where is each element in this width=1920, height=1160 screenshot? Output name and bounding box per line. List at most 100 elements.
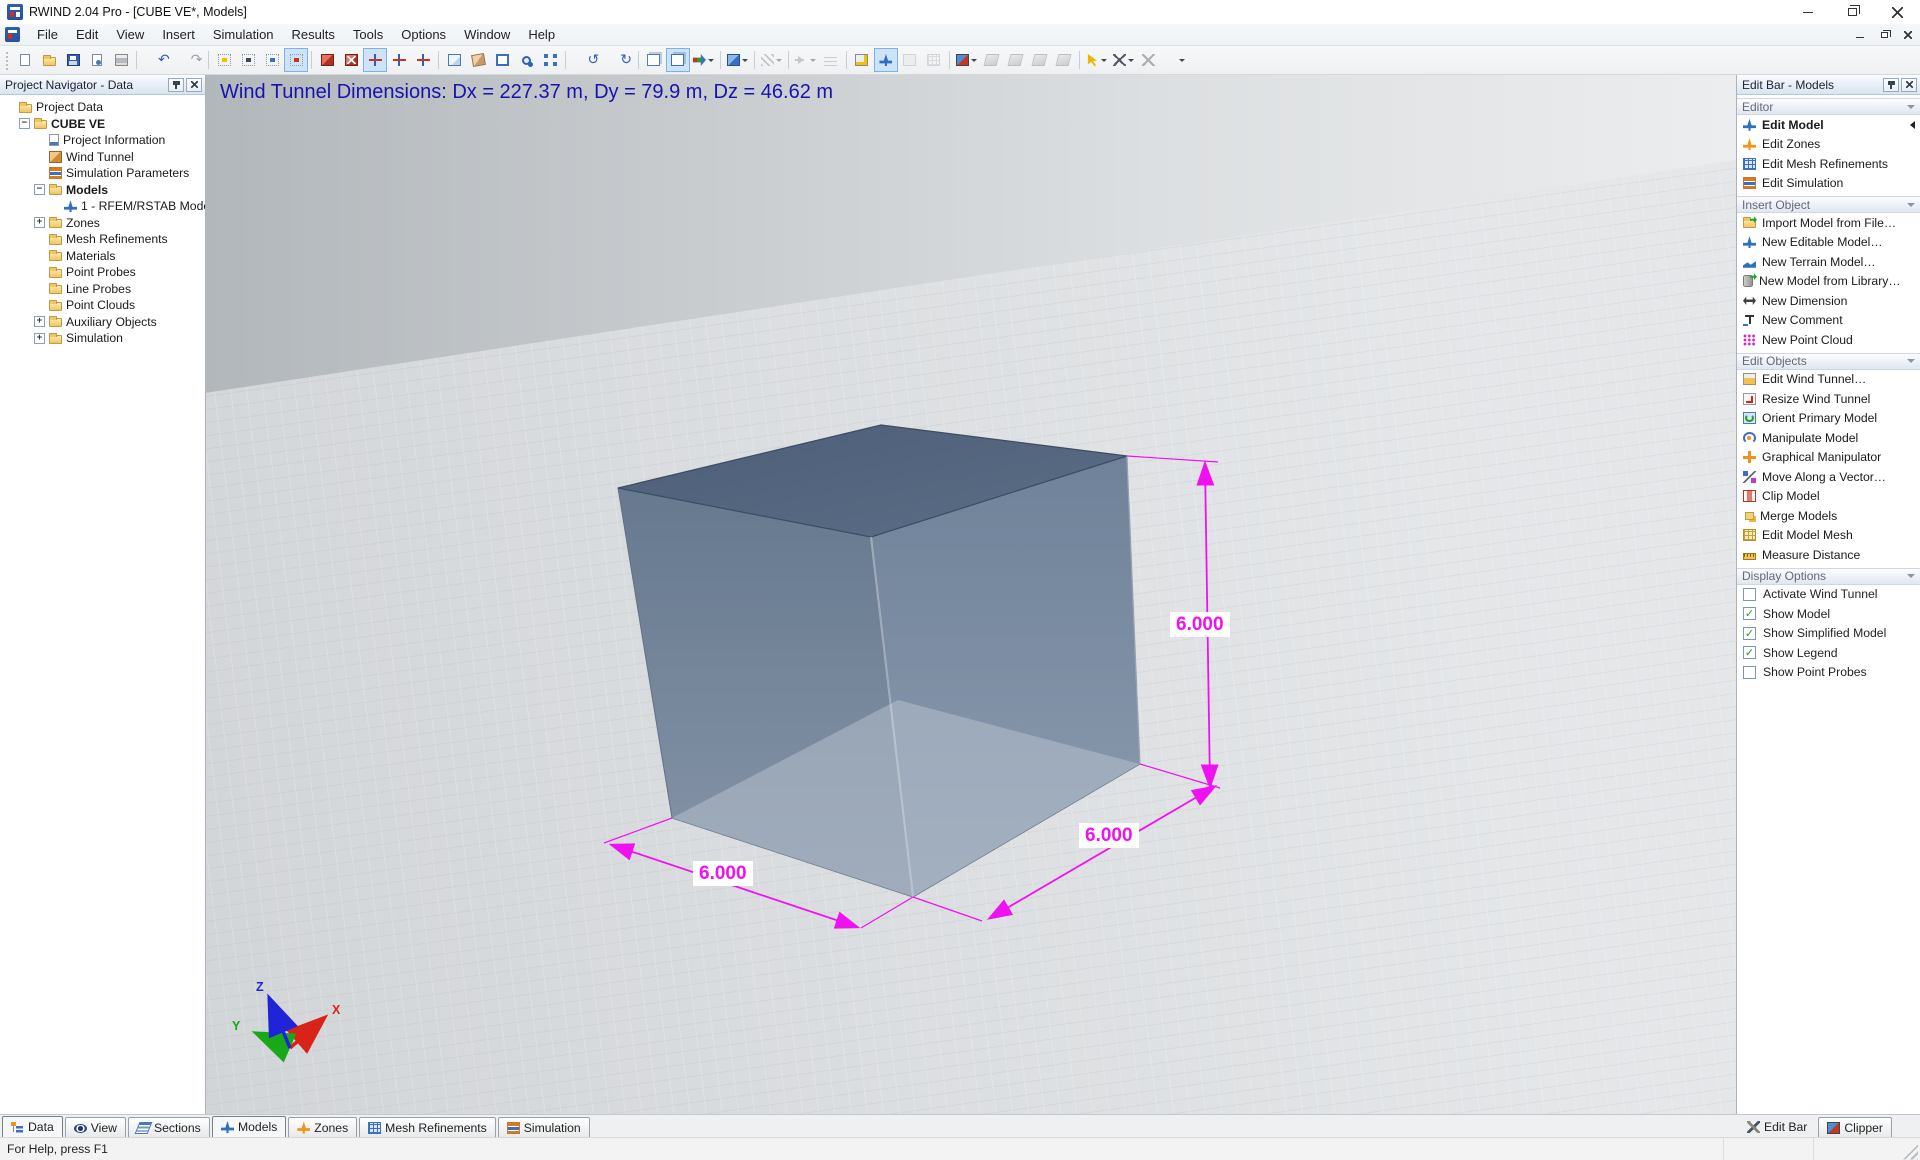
project-info-button[interactable] — [85, 48, 109, 72]
menu-item[interactable]: Window — [455, 24, 519, 45]
editbar-item[interactable]: Merge Models — [1737, 506, 1920, 526]
menu-item[interactable]: Results — [283, 24, 344, 45]
editbar-item[interactable]: New Model from Library… — [1737, 272, 1920, 292]
show-mesh-button[interactable] — [922, 48, 946, 72]
tree-expander[interactable] — [34, 151, 45, 162]
tree-expander[interactable]: − — [19, 118, 30, 130]
display-mode-button[interactable] — [690, 48, 717, 72]
tab-data[interactable]: Data — [2, 1116, 63, 1137]
select-model-button[interactable] — [315, 48, 339, 72]
tree-expander[interactable] — [34, 234, 45, 245]
editbar-item[interactable]: Edit Model Mesh — [1737, 526, 1920, 546]
tree-expander[interactable]: − — [34, 184, 45, 196]
minimize-button[interactable] — [1785, 0, 1830, 24]
display-option[interactable]: Show Legend — [1737, 643, 1920, 663]
menu-item[interactable]: Edit — [67, 24, 107, 45]
new-file-button[interactable] — [13, 48, 37, 72]
redo-button[interactable]: ↷ — [173, 48, 206, 72]
streamlines-button[interactable] — [819, 48, 843, 72]
tree-expander[interactable] — [34, 300, 45, 311]
section-insert-object[interactable]: Insert Object — [1737, 196, 1920, 213]
tab-view[interactable]: View — [64, 1117, 126, 1137]
rotate-model-z-button[interactable] — [411, 48, 435, 72]
clip-plane-rotate-button[interactable] — [1052, 48, 1076, 72]
tree-item[interactable]: Project Data — [2, 99, 205, 116]
mdi-restore-button[interactable] — [1872, 26, 1896, 44]
wireframe-button[interactable] — [665, 48, 690, 72]
tree-item[interactable]: Mesh Refinements — [2, 231, 205, 248]
clipper-button[interactable] — [953, 48, 980, 72]
tree-expander[interactable] — [34, 168, 45, 179]
toolbar-overflow-button[interactable] — [1161, 48, 1188, 72]
menu-item[interactable]: Options — [392, 24, 455, 45]
checkbox[interactable] — [1743, 626, 1756, 640]
rotate-view-cw-button[interactable]: ↻ — [602, 48, 635, 72]
editbar-item[interactable]: Edit Wind Tunnel… — [1737, 370, 1920, 390]
editbar-item[interactable]: Graphical Manipulator — [1737, 448, 1920, 468]
delete-model-button[interactable] — [339, 48, 363, 72]
pin-panel-button[interactable] — [1883, 77, 1899, 92]
editbar-item[interactable]: New Terrain Model… — [1737, 252, 1920, 272]
editbar-item[interactable]: New Dimension — [1737, 291, 1920, 311]
viewport-3d[interactable]: Wind Tunnel Dimensions: Dx = 227.37 m, D… — [206, 75, 1736, 1114]
display-option[interactable]: Show Simplified Model — [1737, 624, 1920, 644]
show-wind-tunnel-button[interactable] — [850, 48, 874, 72]
mdi-minimize-button[interactable] — [1848, 26, 1872, 44]
undo-button[interactable]: ↶ — [140, 48, 173, 72]
display-option[interactable]: Activate Wind Tunnel — [1737, 585, 1920, 605]
tab-edit-bar[interactable]: Edit Bar — [1738, 1116, 1816, 1137]
editbar-item[interactable]: Edit Model — [1737, 115, 1920, 135]
editbar-item[interactable]: Edit Zones — [1737, 135, 1920, 155]
tree-expander[interactable] — [34, 267, 45, 278]
close-panel-button[interactable] — [1901, 77, 1917, 92]
menu-item[interactable]: Insert — [153, 24, 204, 45]
snap-points-button[interactable] — [212, 48, 236, 72]
editbar-item[interactable]: Resize Wind Tunnel — [1737, 389, 1920, 409]
tree-expander[interactable]: + — [34, 217, 45, 229]
tree-expander[interactable]: + — [34, 332, 45, 344]
editbar-item[interactable]: New Point Cloud — [1737, 330, 1920, 350]
tree-expander[interactable] — [34, 250, 45, 261]
tree-item[interactable]: Point Clouds — [2, 297, 205, 314]
tree-expander[interactable] — [4, 102, 15, 113]
rotate-view-ccw-button[interactable]: ↺ — [569, 48, 602, 72]
tree-expander[interactable] — [34, 135, 45, 146]
display-option[interactable]: Show Point Probes — [1737, 663, 1920, 683]
tree-expander[interactable] — [34, 283, 45, 294]
tree-item[interactable]: + Simulation — [2, 330, 205, 347]
snap-grid-button[interactable] — [260, 48, 284, 72]
tab-sections[interactable]: Sections — [127, 1117, 210, 1137]
tab-zones[interactable]: Zones — [288, 1117, 358, 1137]
tree-expander[interactable]: + — [34, 316, 45, 328]
open-file-button[interactable] — [37, 48, 61, 72]
editbar-item[interactable]: Manipulate Model — [1737, 428, 1920, 448]
resize-grip[interactable] — [1903, 1144, 1918, 1160]
editbar-item[interactable]: New Comment — [1737, 311, 1920, 331]
save-button[interactable] — [61, 48, 85, 72]
toolbar-grip[interactable] — [6, 50, 10, 70]
menu-item[interactable]: Tools — [344, 24, 392, 45]
menu-item[interactable]: File — [28, 24, 67, 45]
tree-item[interactable]: Project Information — [2, 132, 205, 149]
mdi-close-button[interactable] — [1896, 26, 1920, 44]
cut-section-button[interactable] — [1137, 48, 1161, 72]
pin-panel-button[interactable] — [168, 77, 184, 92]
menu-item[interactable]: Simulation — [204, 24, 283, 45]
section-edit-objects[interactable]: Edit Objects — [1737, 352, 1920, 370]
pan-view-button[interactable] — [466, 48, 490, 72]
editbar-item[interactable]: Measure Distance — [1737, 545, 1920, 565]
snap-ortho-button[interactable] — [284, 48, 309, 72]
solid-view-button[interactable] — [724, 48, 751, 72]
menu-item[interactable]: View — [107, 24, 153, 45]
tree-item[interactable]: Simulation Parameters — [2, 165, 205, 182]
editbar-item[interactable]: Clip Model — [1737, 487, 1920, 507]
checkbox[interactable] — [1743, 665, 1756, 679]
tree-item[interactable]: Line Probes — [2, 281, 205, 298]
cube-model[interactable] — [617, 424, 1141, 898]
tree-item[interactable]: + Zones — [2, 215, 205, 232]
clip-plane-y-button[interactable] — [1004, 48, 1028, 72]
section-display-options[interactable]: Display Options — [1737, 567, 1920, 585]
tab-clipper[interactable]: Clipper — [1818, 1117, 1892, 1137]
rotate-model-x-button[interactable] — [363, 48, 388, 72]
tree-item[interactable]: Wind Tunnel — [2, 149, 205, 166]
